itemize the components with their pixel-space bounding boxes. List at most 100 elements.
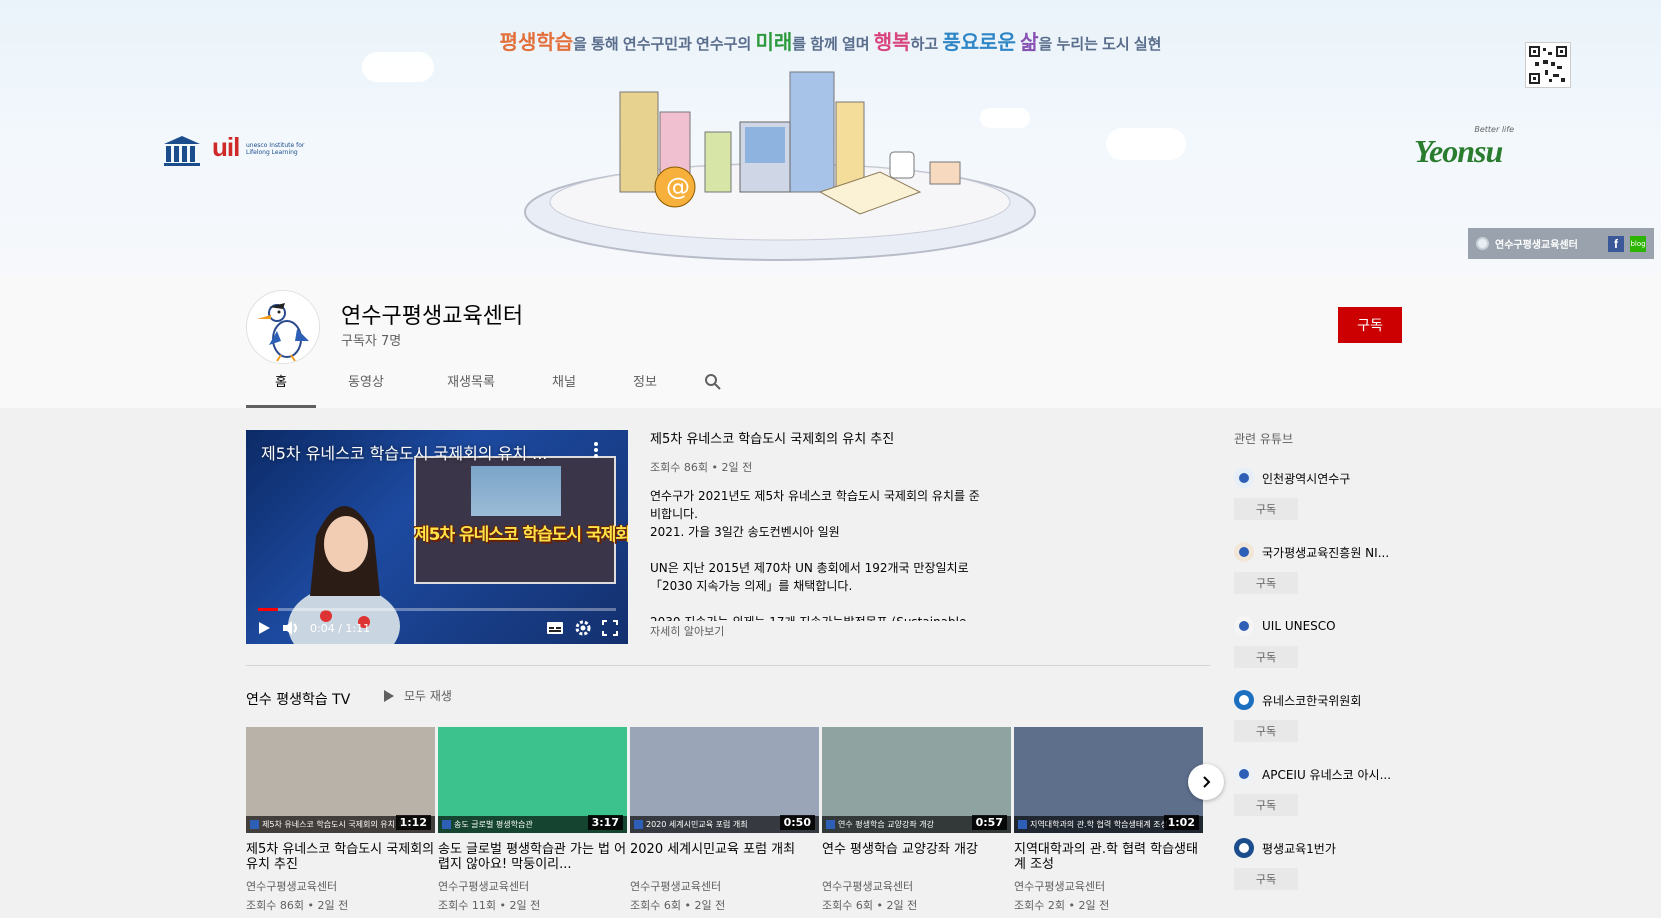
play-icon[interactable] (256, 620, 272, 636)
related-channel-name[interactable]: 인천광역시연수구 (1262, 470, 1350, 487)
svg-text:@: @ (666, 173, 690, 201)
related-subscribe-button[interactable]: 구독 (1234, 794, 1298, 816)
channel-banner: 평생학습을 통해 연수구민과 연수구의 미래를 함께 열며 행복하고 풍요로운 … (0, 0, 1661, 274)
fullscreen-icon[interactable] (602, 620, 618, 636)
more-vert-icon[interactable] (594, 442, 598, 458)
video-thumbnail[interactable]: 연수 평생학습 교양강좌 개강 0:57 (822, 727, 1011, 833)
video-title[interactable]: 연수 평생학습 교양강좌 개강 (822, 842, 1011, 872)
video-thumbnail[interactable]: 2020 세계시민교육 포럼 개최 0:50 (630, 727, 819, 833)
facebook-icon[interactable]: f (1608, 235, 1624, 252)
video-card[interactable]: 송도 글로벌 평생학습관 3:17 송도 글로벌 평생학습관 가는 법 어렵지 않아… (438, 727, 627, 913)
video-thumbnail[interactable]: 지역대학과의 관.학 협력 학습생태계 조성 1:02 (1014, 727, 1203, 833)
globe-icon[interactable] (1476, 237, 1489, 250)
tab-playlists[interactable]: 재생목록 (416, 358, 526, 406)
volume-icon[interactable] (282, 620, 300, 636)
featured-video-description: 연수구가 2021년도 제5차 유네스코 학습도시 국제회의 유치를 준비합니다… (650, 487, 1030, 621)
video-thumbnail[interactable]: 송도 글로벌 평생학습관 3:17 (438, 727, 627, 833)
nile-icon[interactable] (1234, 542, 1254, 562)
video-duration: 1:12 (395, 815, 431, 830)
featured-video-meta: 조회수 86회 • 2일 전 (650, 461, 753, 474)
unesco-temple-icon (164, 136, 200, 166)
video-channel[interactable]: 연수구평생교육센터 (246, 878, 435, 894)
cloud-decoration (362, 52, 434, 82)
related-channel-name[interactable]: APCEIU 유네스코 아시... (1262, 766, 1391, 783)
description-line: 2030 지속가능 의제는 17개 지속가능발전목표 (Sustainable (650, 613, 1030, 621)
description-line: 연수구가 2021년도 제5차 유네스코 학습도시 국제회의 유치를 준 (650, 489, 980, 503)
video-channel[interactable]: 연수구평생교육센터 (630, 878, 819, 894)
video-card[interactable]: 연수 평생학습 교양강좌 개강 0:57 연수 평생학습 교양강좌 개강연수구평생교… (822, 727, 1011, 913)
stork-mascot-icon (247, 291, 319, 363)
uil-icon[interactable] (1234, 616, 1254, 636)
channel-search-button[interactable] (688, 358, 738, 406)
related-channel-name[interactable]: 국가평생교육진흥원 NI... (1262, 544, 1389, 561)
banner-links: 연수구평생교육센터 f blog (1468, 228, 1654, 259)
tab-channels[interactable]: 채널 (526, 358, 602, 406)
subscriber-count: 구독자 7명 (341, 334, 402, 349)
uil-logo-subtext: unesco Institute for Lifelong Learning (246, 142, 305, 156)
tab-about[interactable]: 정보 (602, 358, 688, 406)
video-duration: 0:50 (779, 815, 815, 830)
channel-avatar[interactable] (246, 290, 320, 364)
related-channel-item: UIL UNESCO 구독 (1234, 616, 1424, 668)
play-all-button[interactable]: 모두 재생 (384, 687, 452, 704)
video-title[interactable]: 2020 세계시민교육 포럼 개최 (630, 842, 819, 872)
video-thumbnail[interactable]: 제5차 유네스코 학습도시 국제회의 유치 추진 1:12 (246, 727, 435, 833)
read-more-link[interactable]: 자세히 알아보기 (650, 623, 724, 639)
subscribe-button[interactable]: 구독 (1338, 307, 1402, 343)
featured-video-title[interactable]: 제5차 유네스코 학습도시 국제회의 유치 추진 (650, 428, 1030, 447)
play-icon (384, 689, 394, 702)
tab-home[interactable]: 홈 (246, 358, 316, 408)
video-channel[interactable]: 연수구평생교육센터 (438, 878, 627, 894)
yeonsu-gu-icon[interactable] (1234, 468, 1254, 488)
apceiu-icon[interactable] (1234, 764, 1254, 784)
related-channel-item: 유네스코한국위원회구독 (1234, 690, 1424, 742)
featured-video-player[interactable]: 제5차 유네스코 학습도시 국제회의 유치 추진 제5차 유네스코 학습도시 국… (246, 430, 628, 644)
player-controls: 0:04 / 1:11 (246, 612, 628, 644)
channel-header: 연수구평생교육센터 구독자 7명 구독 홈 동영상 재생목록 채널 정보 (0, 274, 1661, 408)
video-channel[interactable]: 연수구평생교육센터 (1014, 878, 1203, 894)
settings-gear-icon[interactable] (574, 619, 592, 637)
chevron-right-icon (1203, 776, 1211, 788)
shelf-title[interactable]: 연수 평생학습 TV (246, 689, 350, 709)
play-all-label: 모두 재생 (404, 689, 452, 703)
video-meta: 조회수 6회 • 2일 전 (822, 899, 918, 912)
uil-logo-text: uil (212, 132, 240, 162)
related-subscribe-button[interactable]: 구독 (1234, 498, 1298, 520)
related-channel-name[interactable]: 유네스코한국위원회 (1262, 692, 1361, 709)
progress-bar[interactable] (258, 608, 616, 611)
blog-icon[interactable]: blog (1630, 235, 1646, 252)
video-meta: 조회수 2회 • 2일 전 (1014, 899, 1110, 912)
related-channel-item: APCEIU 유네스코 아시... 구독 (1234, 764, 1424, 816)
search-icon (705, 374, 721, 390)
lifelong-1st-icon[interactable] (1234, 838, 1254, 858)
related-channel-name[interactable]: 평생교육1번가 (1262, 840, 1336, 857)
banner-link-website[interactable]: 연수구평생교육센터 (1495, 236, 1602, 251)
tab-videos[interactable]: 동영상 (316, 358, 416, 406)
related-channel-item: 평생교육1번가구독 (1234, 838, 1424, 890)
yeonsu-logo-text: Yeonsu (1414, 133, 1503, 169)
subtitles-icon[interactable] (546, 621, 564, 635)
qr-code (1525, 42, 1571, 88)
shelf-next-button[interactable] (1188, 764, 1224, 800)
video-title[interactable]: 제5차 유네스코 학습도시 국제회의 유치 추진 (246, 842, 435, 872)
related-subscribe-button[interactable]: 구독 (1234, 720, 1298, 742)
related-channel-item: 국가평생교육진흥원 NI... 구독 (1234, 542, 1424, 594)
video-channel[interactable]: 연수구평생교육센터 (822, 878, 1011, 894)
video-duration: 1:02 (1163, 815, 1199, 830)
video-title[interactable]: 지역대학과의 관.학 협력 학습생태계 조성 (1014, 842, 1203, 872)
unesco-korea-icon[interactable] (1234, 690, 1254, 710)
channel-tabs: 홈 동영상 재생목록 채널 정보 (246, 358, 738, 408)
video-card[interactable]: 2020 세계시민교육 포럼 개최 0:50 2020 세계시민교육 포럼 개최연수… (630, 727, 819, 913)
city-illustration: @ (524, 71, 1036, 261)
related-channel-name[interactable]: UIL UNESCO (1262, 619, 1336, 633)
player-title[interactable]: 제5차 유네스코 학습도시 국제회의 유치 ... (261, 440, 561, 464)
description-line: 비합니다. (650, 507, 698, 521)
related-subscribe-button[interactable]: 구독 (1234, 572, 1298, 594)
video-caption: 제5차 유네스코 학습도시 국제회의 유치 추진 (414, 525, 628, 545)
related-subscribe-button[interactable]: 구독 (1234, 868, 1298, 890)
video-title[interactable]: 송도 글로벌 평생학습관 가는 법 어렵지 않아요! 막둥이리... (438, 842, 627, 872)
related-subscribe-button[interactable]: 구독 (1234, 646, 1298, 668)
video-card[interactable]: 제5차 유네스코 학습도시 국제회의 유치 추진 1:12 제5차 유네스코 학습도… (246, 727, 435, 913)
video-card[interactable]: 지역대학과의 관.학 협력 학습생태계 조성 1:02 지역대학과의 관.학 협력 … (1014, 727, 1203, 913)
section-divider (246, 665, 1210, 666)
